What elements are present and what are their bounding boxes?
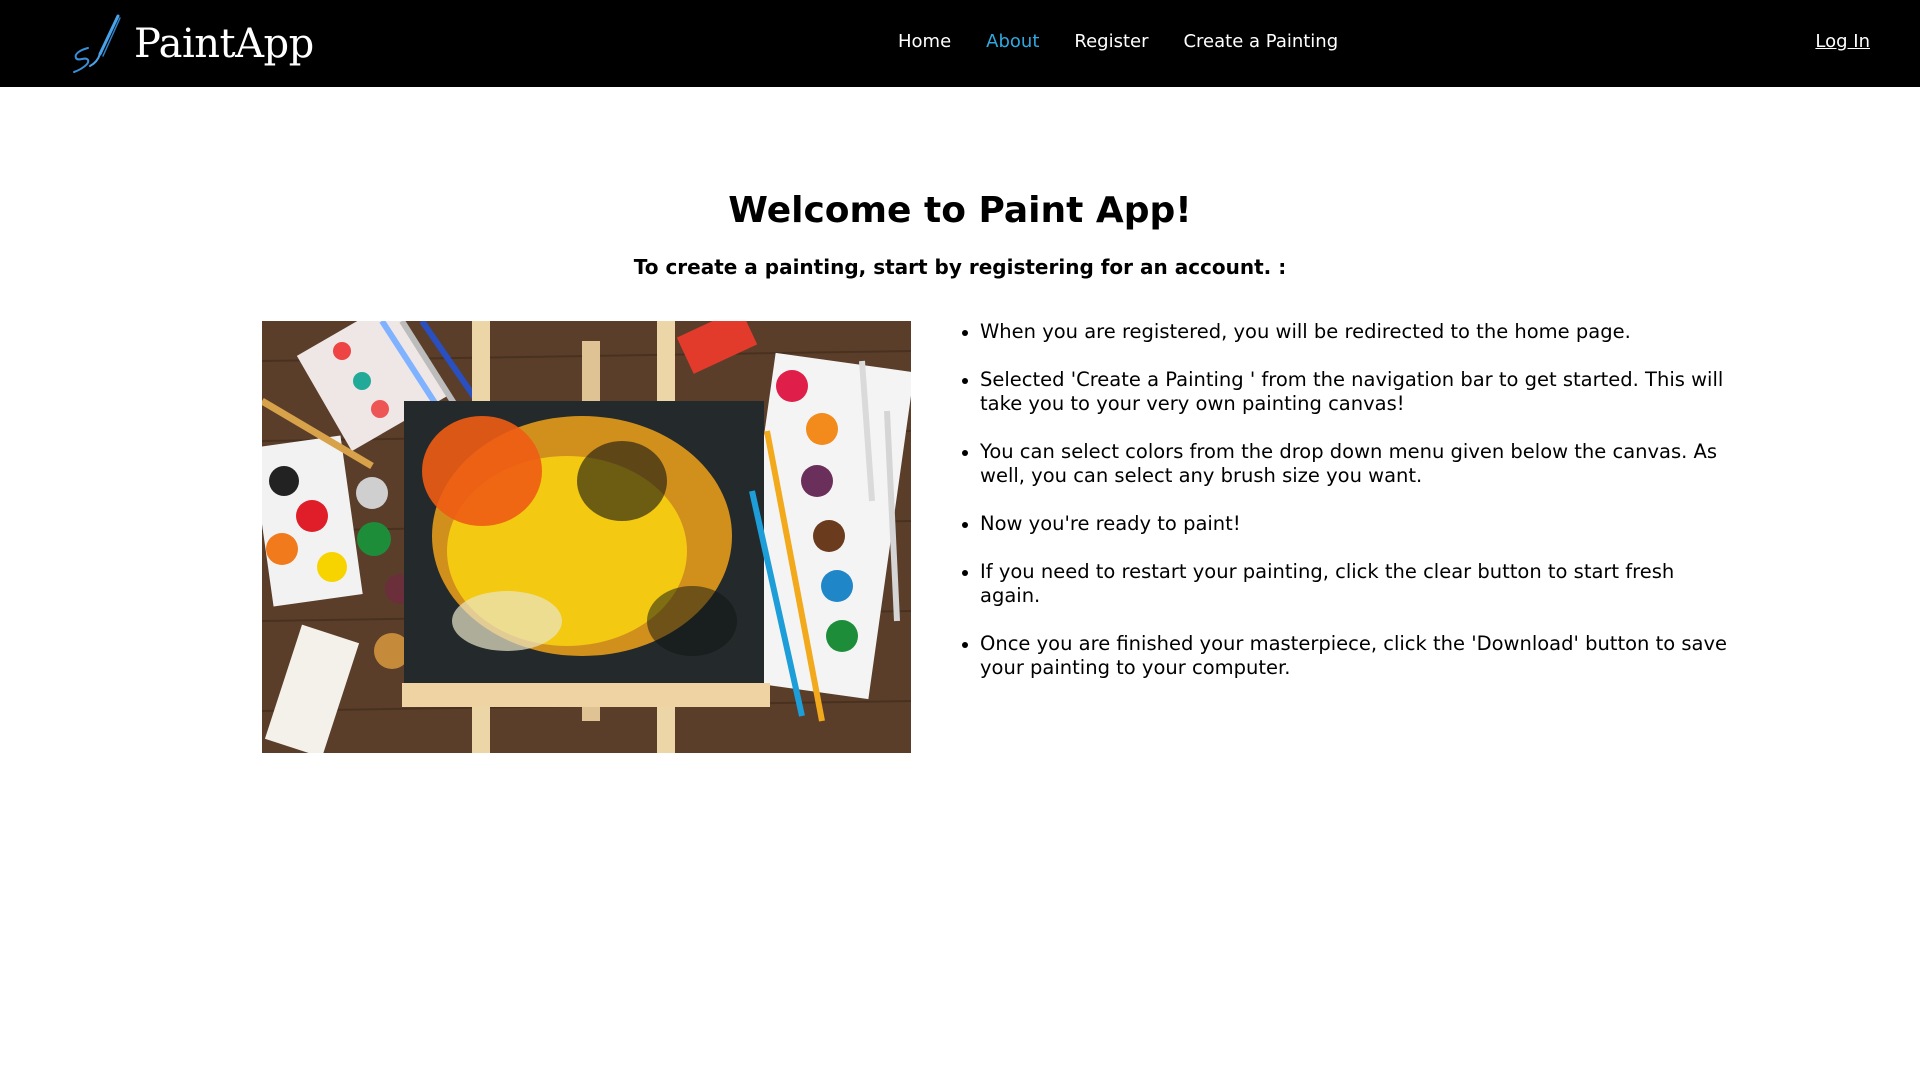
list-item: Selected 'Create a Painting ' from the n… xyxy=(960,368,1730,416)
page-subtitle: To create a painting, start by registeri… xyxy=(633,255,1287,279)
brand-name: PaintApp xyxy=(134,21,314,67)
list-item: When you are registered, you will be red… xyxy=(960,320,1730,344)
list-item: Now you're ready to paint! xyxy=(960,512,1730,536)
list-item: If you need to restart your painting, cl… xyxy=(960,560,1730,608)
brand-link[interactable]: PaintApp xyxy=(70,14,314,74)
painting-easel-image xyxy=(262,321,911,753)
instructions-list: When you are registered, you will be red… xyxy=(940,320,1730,704)
paintbrush-icon xyxy=(73,14,121,73)
nav-about-link[interactable]: About xyxy=(986,31,1039,52)
login-link[interactable]: Log In xyxy=(1815,31,1870,52)
nav-home-link[interactable]: Home xyxy=(898,31,951,52)
nav-links: Home About Register Create a Painting xyxy=(898,31,1373,52)
list-item: You can select colors from the drop down… xyxy=(960,440,1730,488)
navbar: PaintApp Home About Register Create a Pa… xyxy=(0,0,1920,87)
list-item: Once you are finished your masterpiece, … xyxy=(960,632,1730,680)
nav-create-painting-link[interactable]: Create a Painting xyxy=(1183,31,1338,52)
page-title: Welcome to Paint App! xyxy=(728,190,1192,231)
nav-register-link[interactable]: Register xyxy=(1074,31,1148,52)
